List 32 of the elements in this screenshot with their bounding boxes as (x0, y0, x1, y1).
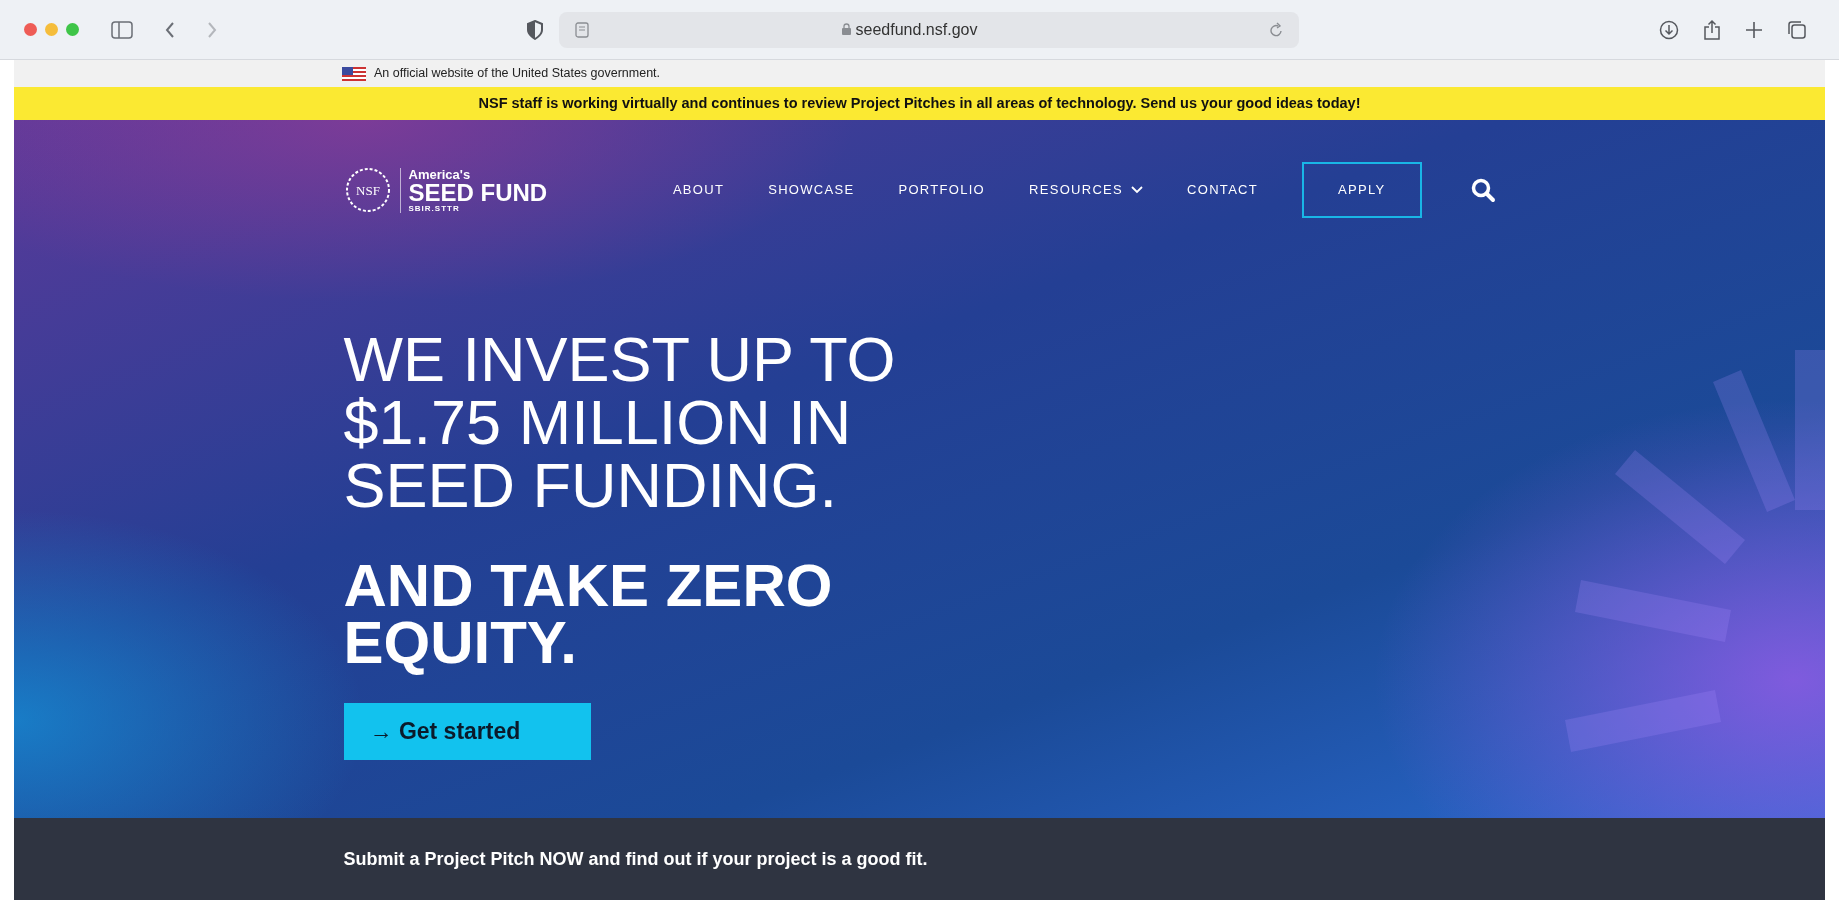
search-icon[interactable] (1469, 177, 1496, 203)
shield-icon[interactable] (527, 19, 543, 40)
sidebar-icon[interactable] (111, 20, 133, 39)
logo-tagline: America's (408, 167, 472, 181)
share-icon[interactable] (1703, 18, 1721, 41)
close-window-button[interactable] (24, 23, 37, 36)
logo-subtitle: SBIR.STTR (408, 204, 461, 213)
address-bar[interactable]: seedfund.nsf.gov (559, 11, 1299, 48)
tabs-overview-icon[interactable] (1787, 19, 1807, 40)
nav-link[interactable]: CONTACT (1187, 166, 1259, 214)
reload-icon[interactable] (1269, 21, 1283, 38)
call-to-action-text: Submit a Project Pitch NOW and find out if your project is a good fit. (343, 848, 928, 869)
chevron-down-icon (1131, 186, 1144, 194)
nav-link[interactable]: ABOUT (672, 166, 725, 214)
url-text: seedfund.nsf.gov (855, 19, 978, 40)
nav-link[interactable]: PORTFOLIO (898, 166, 985, 214)
seal-logo: NSF (343, 166, 392, 214)
official-site-notice: An official website of the United States government. (374, 65, 661, 83)
lock-icon (840, 23, 852, 36)
download-icon[interactable] (1659, 19, 1679, 40)
logo-name: SEED FUND (408, 180, 548, 205)
get-started-button[interactable]: → Get started (343, 703, 591, 760)
nav-link[interactable]: SHOWCASE (768, 166, 855, 214)
hero-headline: WE INVEST UP TO $1.75 MILLION IN SEED FUNDING. (343, 328, 897, 517)
apply-button[interactable]: APPLY (1302, 162, 1422, 218)
reader-icon[interactable] (575, 21, 589, 38)
new-tab-icon[interactable] (1745, 20, 1763, 39)
alert-message: NSF staff is working virtually and continues to review Project Pitches in all areas of technology. Send us your good ideas today! (478, 93, 1361, 113)
site-logo[interactable]: NSF America's SEED FUND SBIR.STTR (343, 166, 548, 214)
flag-icon (342, 66, 366, 81)
back-icon[interactable] (165, 20, 175, 39)
nav-dropdown[interactable]: RESOURCES (1029, 166, 1144, 214)
